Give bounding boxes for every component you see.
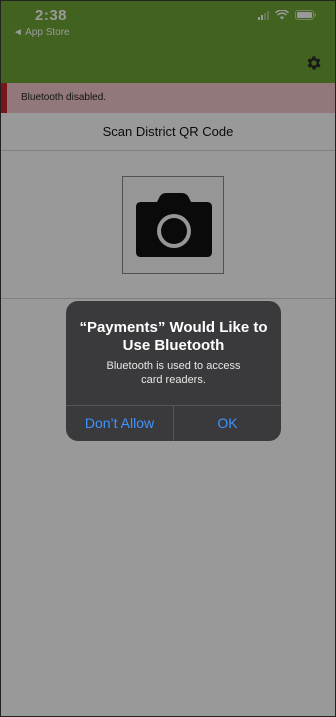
dialog-title: “Payments” Would Like to Use Bluetooth [66, 319, 281, 355]
ok-button[interactable]: OK [174, 406, 281, 441]
screen: 2:38 ◄ App Store Bluetooth disabled. Sca… [0, 0, 336, 717]
bluetooth-permission-dialog: “Payments” Would Like to Use Bluetooth B… [66, 301, 281, 441]
dialog-message-line1: Bluetooth is used to access [106, 360, 241, 372]
dialog-title-line1: “Payments” Would Like to [79, 319, 268, 336]
dialog-message-line2: card readers. [141, 374, 206, 386]
dialog-title-line2: Use Bluetooth [122, 337, 225, 354]
dialog-message: Bluetooth is used to access card readers… [66, 359, 281, 387]
phone-frame: 2:38 ◄ App Store Bluetooth disabled. Sca… [0, 0, 336, 717]
dont-allow-button[interactable]: Don’t Allow [66, 406, 173, 441]
